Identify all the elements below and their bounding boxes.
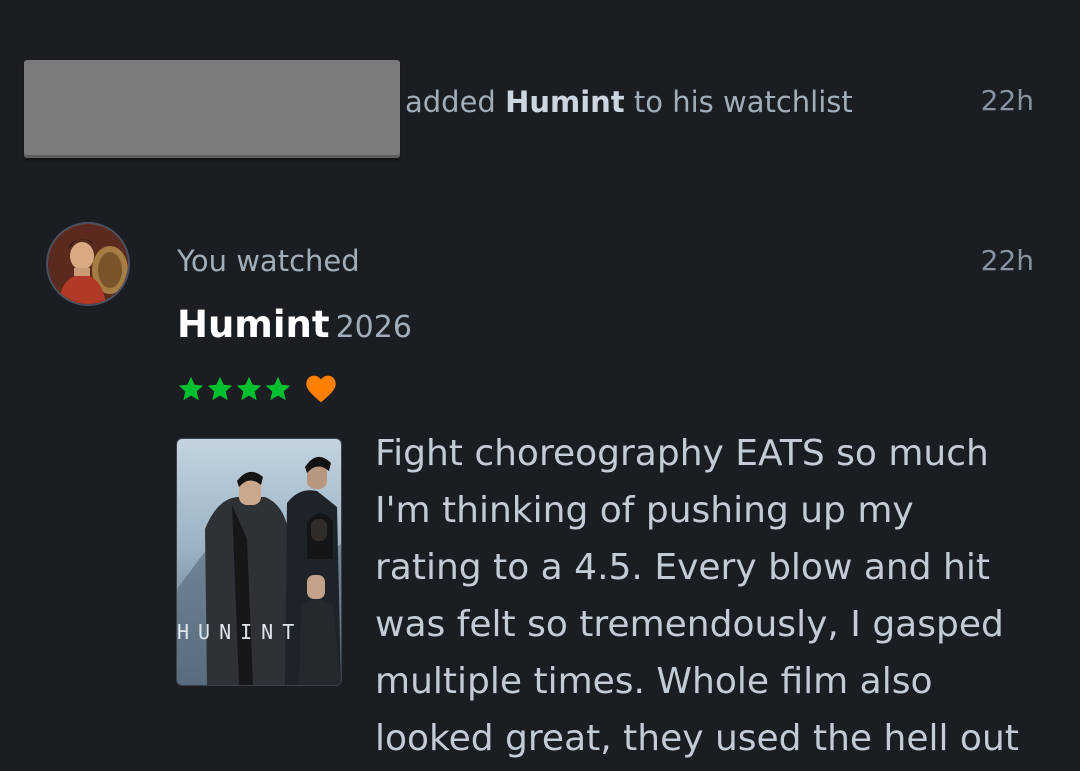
film-poster[interactable]: HUNINT	[176, 438, 342, 686]
film-title[interactable]: Humint	[177, 303, 330, 346]
star-icon	[236, 376, 262, 401]
star-icon	[265, 376, 291, 401]
heart-icon	[306, 375, 336, 403]
star-icon	[178, 376, 204, 401]
film-heading[interactable]: Humint 2026	[177, 303, 412, 346]
activity-prefix: added	[405, 85, 496, 119]
activity-action-label: You watched	[177, 244, 360, 278]
redacted-username	[24, 60, 400, 158]
activity-feed: added Humint to his watchlist 22h You wa…	[0, 0, 1080, 771]
poster-title: HUNINT	[177, 620, 303, 644]
rating-row	[177, 374, 337, 404]
entry-timestamp: 22h	[980, 244, 1034, 277]
review-line: was felt so tremendously, I gasped	[375, 604, 1004, 645]
star-icon	[207, 376, 233, 401]
activity-suffix: to his watchlist	[633, 85, 853, 119]
activity-watchlist-text: added Humint to his watchlist	[405, 84, 853, 120]
user-avatar[interactable]	[46, 222, 130, 306]
review-line: looked great, they used the hell out	[375, 718, 1019, 759]
review-text[interactable]: Fight choreography EATS so much I'm thin…	[375, 425, 1055, 767]
activity-film-link[interactable]: Humint	[505, 85, 625, 119]
film-year: 2026	[335, 310, 412, 345]
review-line: multiple times. Whole film also	[375, 661, 933, 702]
review-line: rating to a 4.5. Every blow and hit	[375, 547, 990, 588]
activity-timestamp: 22h	[980, 84, 1034, 117]
review-line: I'm thinking of pushing up my	[375, 490, 914, 531]
review-line: Fight choreography EATS so much	[375, 433, 989, 474]
